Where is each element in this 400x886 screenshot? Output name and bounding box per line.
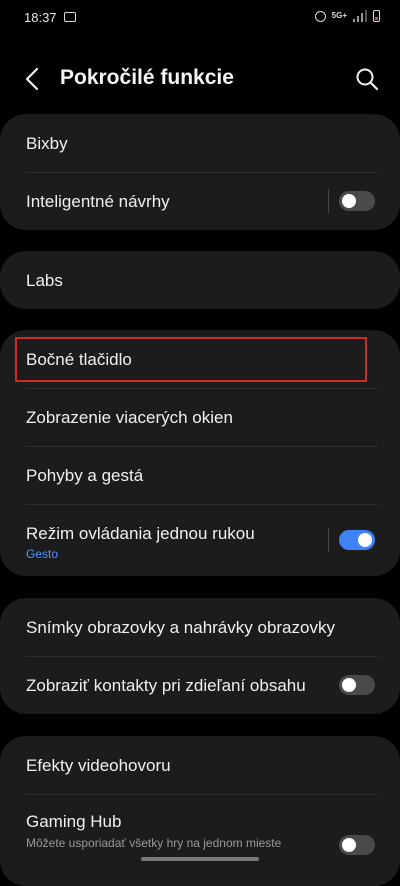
- gaming-hub-toggle[interactable]: [339, 835, 375, 855]
- share-contacts-toggle[interactable]: [339, 675, 375, 695]
- setting-intelligent-suggestions[interactable]: Inteligentné návrhy: [0, 172, 400, 230]
- setting-label: Zobrazenie viacerých okien: [26, 408, 233, 427]
- toggle-knob: [358, 533, 372, 547]
- setting-label: Snímky obrazovky a nahrávky obrazovky: [26, 618, 335, 637]
- navigation-handle[interactable]: [141, 857, 259, 861]
- image-icon: [64, 12, 76, 22]
- setting-bixby[interactable]: Bixby: [0, 114, 400, 172]
- setting-label: Bixby: [26, 134, 68, 153]
- page-title: Pokročilé funkcie: [60, 66, 234, 89]
- settings-group-labs: Labs: [0, 251, 400, 309]
- back-arrow-icon[interactable]: [22, 66, 46, 92]
- network-type: 5G+: [331, 11, 347, 20]
- highlight-box: [15, 337, 367, 382]
- setting-labs[interactable]: Labs: [0, 251, 400, 309]
- settings-group-video: Efekty videohovoru Gaming Hub Môžete usp…: [0, 736, 400, 886]
- setting-motions-gestures[interactable]: Pohyby a gestá: [0, 446, 400, 504]
- alarm-icon: [314, 10, 326, 22]
- setting-sublabel: Gesto: [26, 547, 59, 561]
- toggle-knob: [342, 838, 356, 852]
- search-icon[interactable]: [354, 66, 380, 92]
- setting-label: Zobraziť kontakty pri zdieľaní obsahu: [26, 676, 306, 695]
- setting-multi-window[interactable]: Zobrazenie viacerých okien: [0, 388, 400, 446]
- setting-label: Inteligentné návrhy: [26, 192, 170, 211]
- vertical-separator: [328, 189, 329, 213]
- setting-screenshots[interactable]: Snímky obrazovky a nahrávky obrazovky: [0, 598, 400, 656]
- signal-icon: [353, 10, 367, 22]
- status-time: 18:37: [24, 10, 57, 25]
- vertical-separator: [328, 528, 329, 552]
- status-icons: 5G+: [314, 10, 380, 22]
- setting-video-call-effects[interactable]: Efekty videohovoru: [0, 736, 400, 794]
- setting-label: Efekty videohovoru: [26, 756, 171, 775]
- settings-group-screenshots: Snímky obrazovky a nahrávky obrazovky Zo…: [0, 598, 400, 714]
- status-bar: 18:37 5G+: [0, 0, 400, 36]
- toggle-knob: [342, 678, 356, 692]
- setting-one-hand-mode[interactable]: Režim ovládania jednou rukou Gesto: [0, 504, 400, 576]
- setting-gaming-hub[interactable]: Gaming Hub Môžete usporiadať všetky hry …: [0, 794, 400, 874]
- setting-sublabel: Môžete usporiadať všetky hry na jednom m…: [26, 836, 282, 850]
- setting-label: Gaming Hub: [26, 812, 122, 831]
- one-hand-mode-toggle[interactable]: [339, 530, 375, 550]
- toggle-knob: [342, 194, 356, 208]
- setting-label: Režim ovládania jednou rukou: [26, 524, 255, 543]
- suggestions-toggle[interactable]: [339, 191, 375, 211]
- setting-share-contacts[interactable]: Zobraziť kontakty pri zdieľaní obsahu: [0, 656, 400, 714]
- settings-group-bixby: Bixby Inteligentné návrhy: [0, 114, 400, 230]
- app-header: Pokročilé funkcie: [0, 50, 400, 110]
- battery-icon: [373, 10, 380, 22]
- setting-label: Pohyby a gestá: [26, 466, 144, 485]
- setting-label: Labs: [26, 271, 63, 290]
